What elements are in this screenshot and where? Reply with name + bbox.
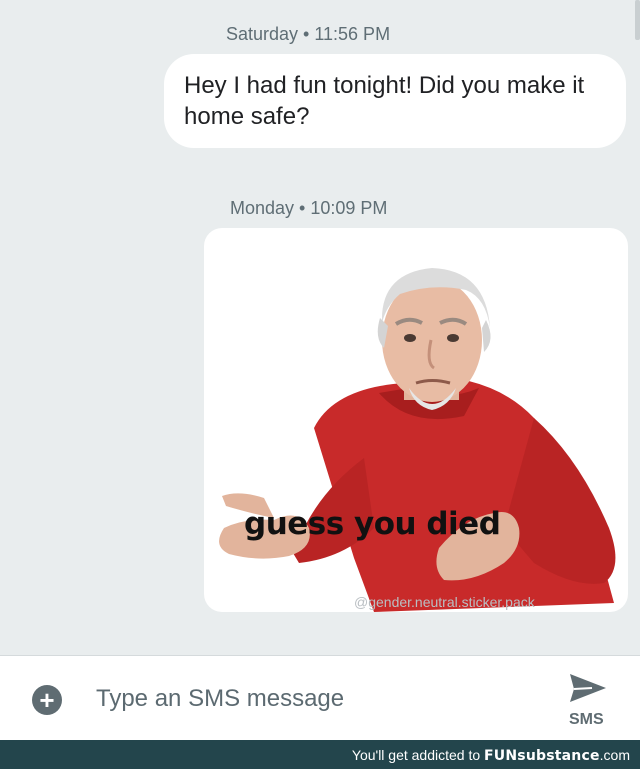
footer-brand: FUNsubstance: [484, 748, 600, 764]
footer-tagline: You'll get addicted to: [351, 747, 481, 763]
timestamp-saturday: Saturday • 11:56 PM: [226, 24, 391, 44]
send-arrow-icon: [570, 674, 606, 702]
sticker-caption: guess you died: [244, 506, 501, 542]
conversation-view[interactable]: Saturday • 11:56 PM Hey I had fun tonigh…: [0, 0, 640, 655]
scrollbar[interactable]: [635, 0, 640, 40]
sms-input[interactable]: Type an SMS message: [96, 685, 344, 713]
timestamp-monday: Monday • 10:09 PM: [230, 198, 388, 218]
sticker-image[interactable]: guess you died @gender.neutral.sticker.p…: [204, 228, 628, 612]
shrugging-man-illustration: [219, 268, 616, 612]
footer-domain: .com: [599, 747, 630, 763]
send-button[interactable]: [566, 670, 610, 710]
send-label: SMS: [569, 711, 604, 728]
plus-icon[interactable]: +: [32, 685, 62, 715]
watermark-footer: You'll get addicted to FUNsubstance.com: [0, 740, 640, 769]
message-bubble[interactable]: Hey I had fun tonight! Did you make it h…: [164, 54, 626, 148]
sticker-watermark: @gender.neutral.sticker.pack: [354, 594, 535, 610]
footer-text: You'll get addicted to FUNsubstance.com: [352, 747, 630, 764]
message-text: Hey I had fun tonight! Did you make it h…: [184, 72, 585, 130]
message-composer: + Type an SMS message SMS: [0, 655, 640, 740]
